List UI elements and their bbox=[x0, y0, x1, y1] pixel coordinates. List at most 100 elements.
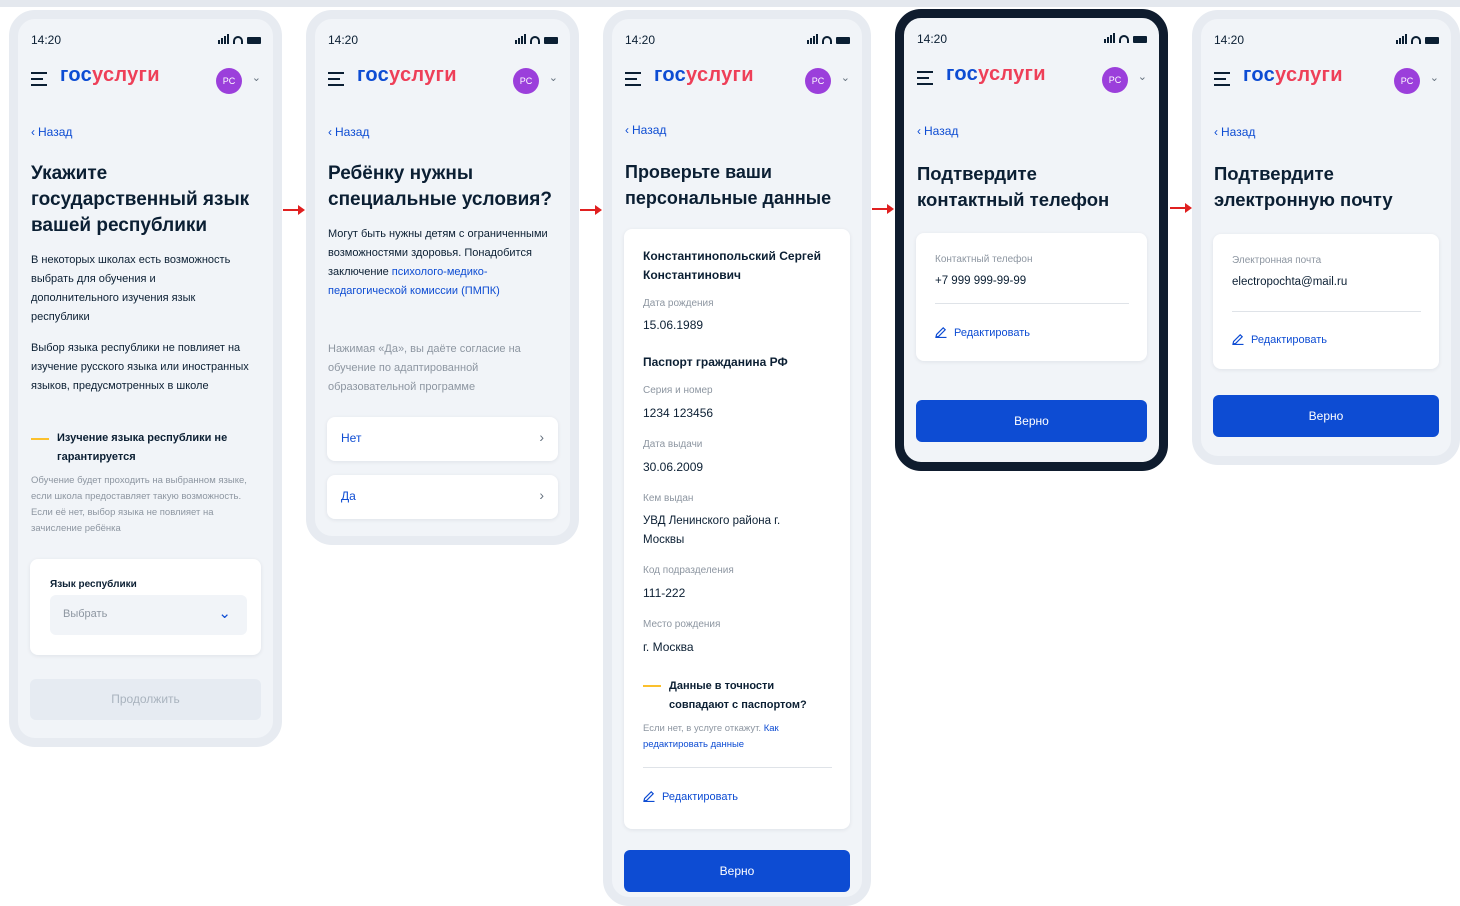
confirm-button[interactable]: Верно bbox=[916, 400, 1147, 442]
page-title: Подтвердите электронную почту bbox=[1214, 163, 1393, 210]
chevron-right-icon: › bbox=[539, 487, 544, 503]
back-link[interactable]: ‹ Назад bbox=[917, 124, 961, 138]
edit-button[interactable]: Редактировать bbox=[1232, 333, 1327, 346]
option-no[interactable]: Нет › bbox=[327, 417, 558, 461]
chevron-down-icon: ⌄ bbox=[218, 605, 231, 622]
issuer-label: Кем выдан bbox=[643, 493, 694, 504]
flow-arrow bbox=[283, 205, 305, 215]
back-link[interactable]: ‹ Назад bbox=[328, 125, 372, 139]
status-time: 14:20 bbox=[1214, 33, 1245, 47]
warning-note-text: Обучение будет проходить на выбранном яз… bbox=[31, 475, 247, 534]
phone-label: Контактный телефон bbox=[935, 254, 1033, 265]
language-select[interactable]: Выбрать ⌄ bbox=[50, 595, 247, 635]
avatar[interactable]: PC bbox=[513, 68, 539, 94]
issue-date-label: Дата выдачи bbox=[643, 439, 703, 450]
series-label: Серия и номер bbox=[643, 385, 713, 396]
conditions-text: Могут быть нужны детям с ограниченными в… bbox=[328, 228, 548, 297]
gosuslugi-logo[interactable]: госуслуги bbox=[357, 64, 457, 87]
wifi-icon bbox=[1119, 35, 1129, 43]
back-link[interactable]: ‹ Назад bbox=[31, 125, 75, 139]
battery-icon bbox=[247, 37, 261, 44]
gosuslugi-logo[interactable]: госуслуги bbox=[946, 63, 1046, 86]
page-title: Укажите государственный язык вашей респу… bbox=[31, 163, 250, 236]
app-header: госуслуги PC ⌄ bbox=[904, 56, 1159, 104]
avatar[interactable]: PC bbox=[216, 68, 242, 94]
avatar[interactable]: PC bbox=[805, 68, 831, 94]
avatar[interactable]: PC bbox=[1394, 68, 1420, 94]
status-bar: 14:20 bbox=[612, 19, 862, 53]
screen-confirm-phone: 14:20 госуслуги PC ⌄ ‹ Назад Подтвердите … bbox=[895, 9, 1168, 471]
chevron-down-icon[interactable]: ⌄ bbox=[1138, 70, 1147, 83]
warning-dash bbox=[643, 685, 661, 687]
pencil-icon bbox=[935, 326, 947, 338]
personal-data-card: Константинопольский Сергей Константинови… bbox=[624, 229, 850, 829]
chevron-down-icon[interactable]: ⌄ bbox=[841, 71, 850, 84]
app-header: госуслуги PC ⌄ bbox=[612, 57, 862, 105]
battery-icon bbox=[544, 37, 558, 44]
chevron-left-icon: ‹ bbox=[625, 123, 629, 137]
edit-button[interactable]: Редактировать bbox=[643, 790, 738, 803]
menu-icon[interactable] bbox=[917, 71, 933, 89]
flow-arrow bbox=[1170, 203, 1192, 213]
card-divider bbox=[935, 303, 1129, 304]
signal-icon bbox=[1104, 33, 1115, 43]
birth-place-value: г. Москва bbox=[643, 640, 694, 654]
app-header: госуслуги PC ⌄ bbox=[18, 57, 273, 105]
status-bar: 14:20 bbox=[315, 19, 570, 53]
confirm-button[interactable]: Верно bbox=[1213, 395, 1439, 437]
chevron-left-icon: ‹ bbox=[31, 125, 35, 139]
signal-icon bbox=[515, 34, 526, 44]
passport-heading: Паспорт гражданина РФ bbox=[643, 355, 788, 369]
option-yes[interactable]: Да › bbox=[327, 475, 558, 519]
menu-icon[interactable] bbox=[1214, 72, 1230, 90]
birth-place-label: Место рождения bbox=[643, 619, 721, 630]
email-label: Электронная почта bbox=[1232, 255, 1322, 266]
language-card: Язык республики Выбрать ⌄ bbox=[30, 559, 261, 655]
series-value: 1234 123456 bbox=[643, 406, 714, 420]
intro-text: В некоторых школах есть возможность выбр… bbox=[31, 254, 231, 323]
pencil-icon bbox=[643, 790, 655, 802]
edit-button[interactable]: Редактировать bbox=[935, 326, 1030, 339]
battery-icon bbox=[836, 37, 850, 44]
department-code-label: Код подразделения bbox=[643, 565, 734, 576]
avatar[interactable]: PC bbox=[1102, 67, 1128, 93]
info-text: Выбор языка республики не повлияет на из… bbox=[31, 342, 249, 392]
status-time: 14:20 bbox=[328, 33, 359, 47]
flow-arrow bbox=[872, 204, 894, 214]
select-placeholder: Выбрать bbox=[63, 608, 108, 620]
wifi-icon bbox=[822, 36, 832, 44]
screen-language: 14:20 госуслуги PC ⌄ ‹ Назад Укажите госу… bbox=[9, 10, 282, 747]
issue-date-value: 30.06.2009 bbox=[643, 460, 704, 474]
flow-arrow bbox=[580, 205, 602, 215]
chevron-down-icon[interactable]: ⌄ bbox=[252, 71, 261, 84]
birth-date-value: 15.06.1989 bbox=[643, 318, 704, 332]
card-divider bbox=[643, 767, 832, 768]
menu-icon[interactable] bbox=[625, 72, 641, 90]
warning-note-title: Изучение языка республики не гарантирует… bbox=[31, 429, 261, 467]
wifi-icon bbox=[1411, 36, 1421, 44]
chevron-left-icon: ‹ bbox=[917, 124, 921, 138]
gosuslugi-logo[interactable]: госуслуги bbox=[1243, 64, 1343, 87]
chevron-right-icon: › bbox=[539, 429, 544, 445]
gosuslugi-logo[interactable]: госуслуги bbox=[654, 64, 754, 87]
status-bar: 14:20 bbox=[1201, 19, 1451, 53]
status-bar: 14:20 bbox=[904, 18, 1159, 52]
signal-icon bbox=[807, 34, 818, 44]
chevron-down-icon[interactable]: ⌄ bbox=[1430, 71, 1439, 84]
menu-icon[interactable] bbox=[31, 72, 47, 90]
department-code-value: 111-222 bbox=[643, 586, 686, 600]
menu-icon[interactable] bbox=[328, 72, 344, 90]
pencil-icon bbox=[1232, 333, 1244, 345]
gosuslugi-logo[interactable]: госуслуги bbox=[60, 64, 160, 87]
back-link[interactable]: ‹ Назад bbox=[625, 123, 669, 137]
wifi-icon bbox=[530, 36, 540, 44]
confirm-button[interactable]: Верно bbox=[624, 850, 850, 892]
back-link[interactable]: ‹ Назад bbox=[1214, 125, 1258, 139]
status-time: 14:20 bbox=[31, 33, 62, 47]
chevron-down-icon[interactable]: ⌄ bbox=[549, 71, 558, 84]
warning-dash bbox=[31, 438, 49, 440]
app-header: госуслуги PC ⌄ bbox=[315, 57, 570, 105]
email-card: Электронная почта electropochta@mail.ru … bbox=[1213, 234, 1439, 369]
signal-icon bbox=[1396, 34, 1407, 44]
continue-button[interactable]: Продолжить bbox=[30, 679, 261, 720]
